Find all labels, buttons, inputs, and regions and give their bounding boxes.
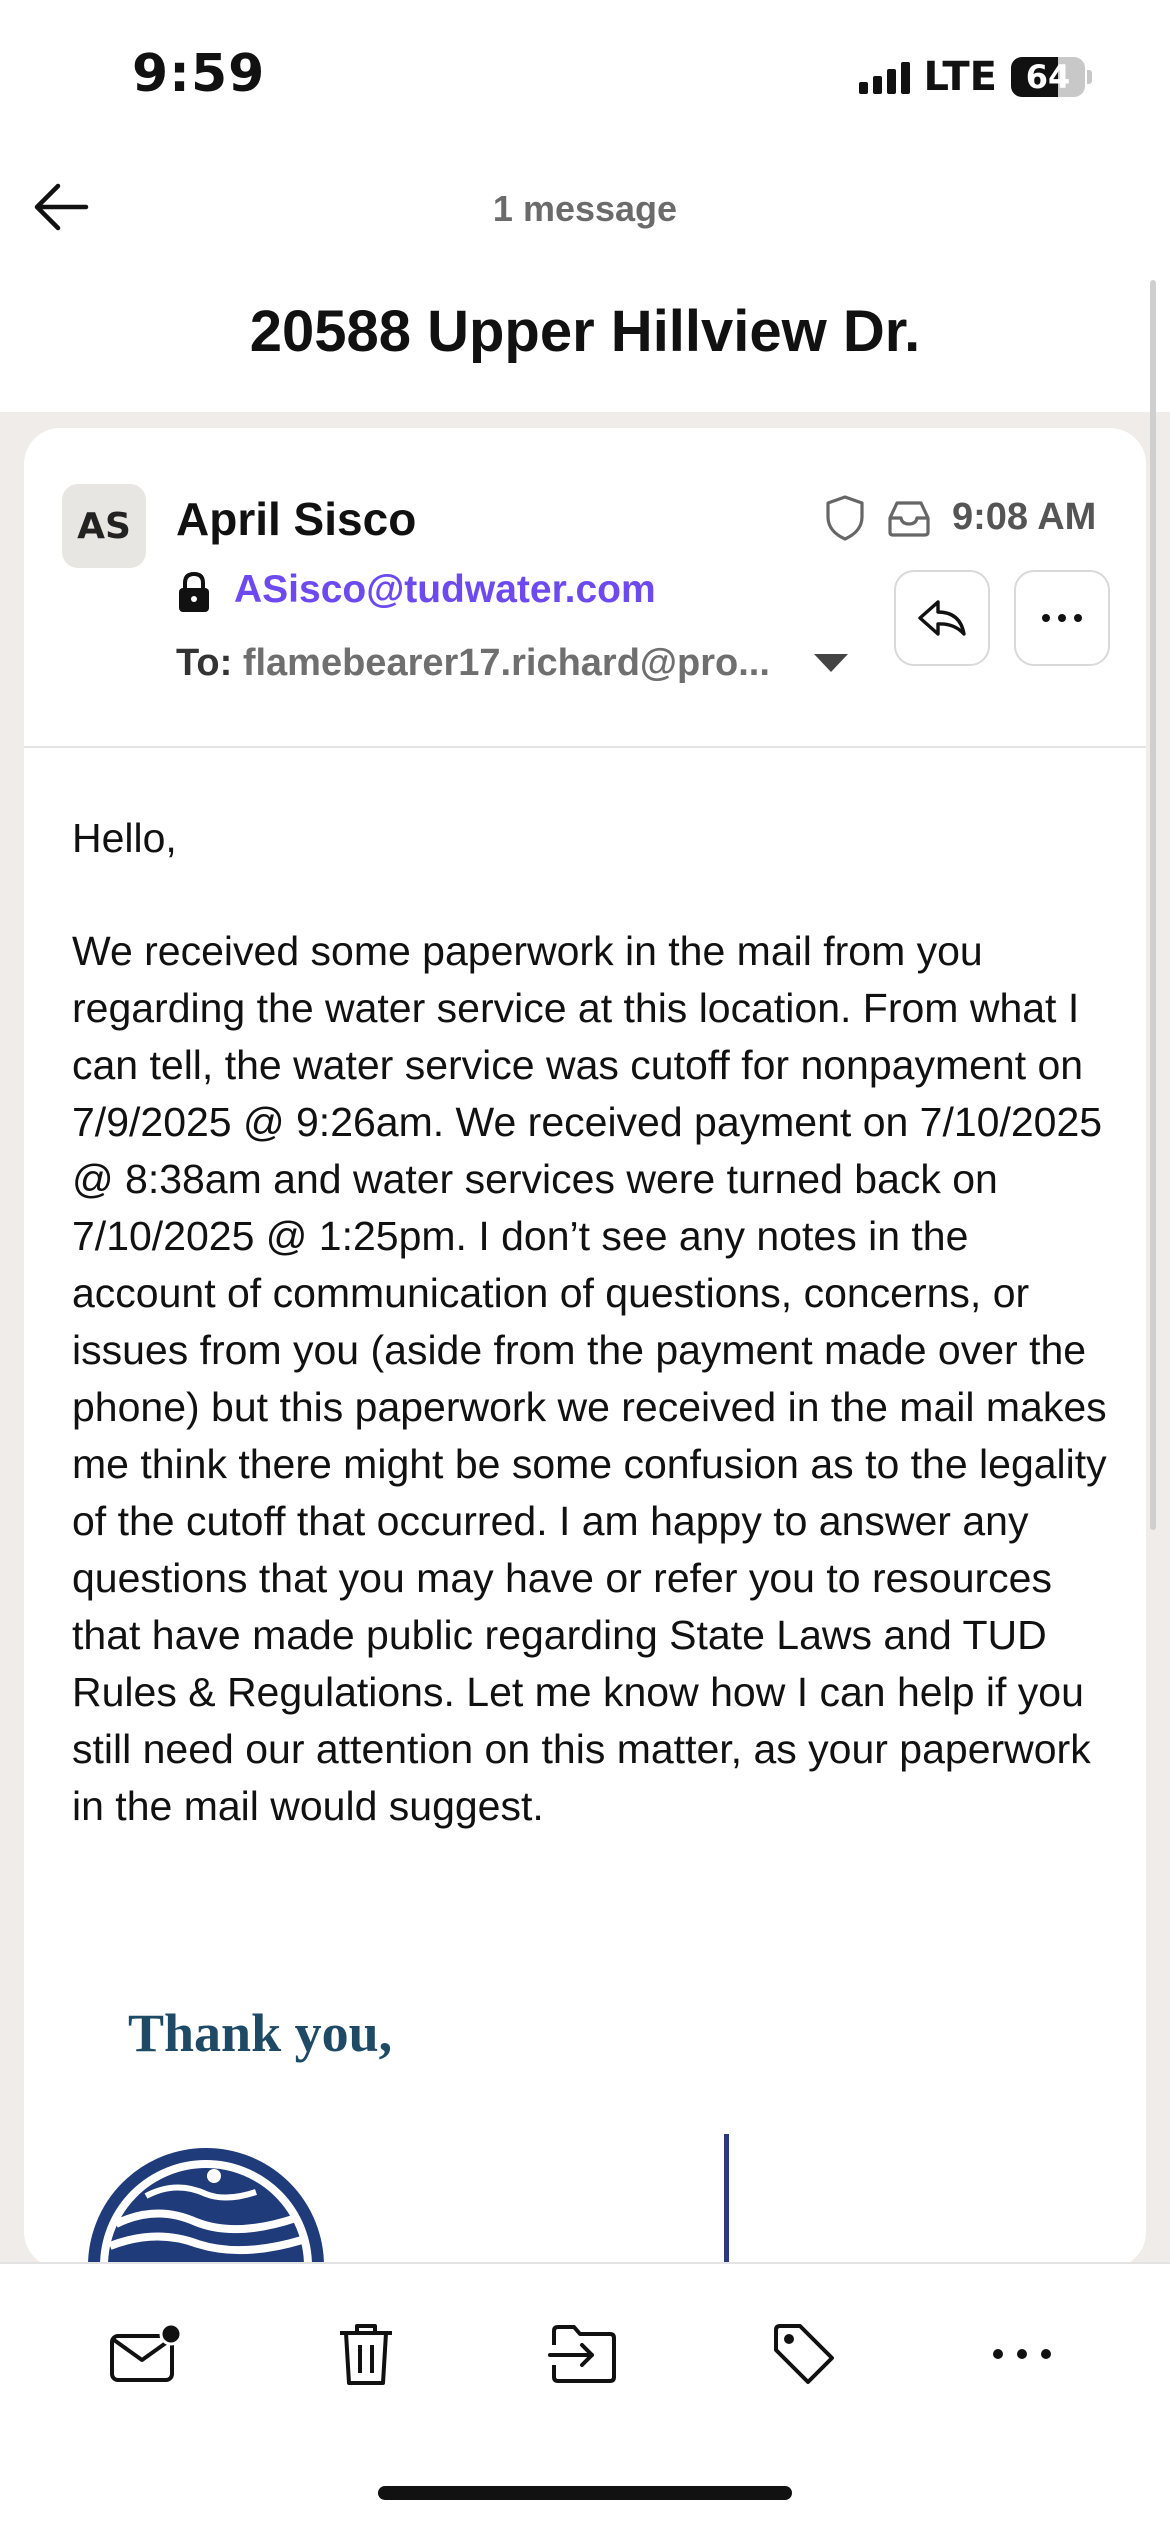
network-type: LTE — [923, 54, 997, 100]
body-paragraph: We received some paperwork in the mail f… — [72, 928, 1107, 1829]
mail-unread-icon — [110, 2322, 183, 2382]
delete-button[interactable] — [326, 2314, 406, 2394]
message-body: Hello, We received some paperwork in the… — [72, 810, 1112, 1891]
header-divider — [24, 746, 1146, 748]
message-card: AS April Sisco 9:08 AM ASisco@tudwater.c… — [24, 428, 1146, 2268]
status-indicators: LTE 64 — [858, 54, 1092, 100]
battery-cap — [1087, 70, 1092, 84]
home-indicator[interactable] — [378, 2486, 792, 2500]
shield-icon[interactable] — [824, 494, 866, 542]
message-count: 1 message — [492, 188, 678, 229]
recipient-address: flamebearer17.richard@pro... — [242, 642, 770, 684]
status-time: 9:59 — [132, 44, 266, 104]
lock-icon — [179, 571, 209, 612]
scrollbar[interactable] — [1150, 280, 1156, 1530]
tag-icon — [774, 2324, 834, 2384]
avatar[interactable]: AS — [62, 484, 146, 568]
greeting: Hello, — [72, 815, 177, 861]
chevron-down-icon[interactable] — [814, 654, 848, 672]
more-horizontal-icon — [1042, 614, 1082, 622]
trash-icon — [340, 2324, 392, 2385]
nav-bar: 1 message — [0, 150, 1170, 260]
signature-thanks: Thank you, — [128, 2003, 393, 2063]
inbox-tray-icon — [888, 501, 930, 537]
to-label: To: — [176, 642, 233, 684]
reply-button[interactable] — [894, 570, 990, 666]
more-horizontal-icon — [993, 2349, 1051, 2359]
mark-unread-button[interactable] — [106, 2314, 186, 2394]
label-button[interactable] — [764, 2314, 844, 2394]
move-to-folder-icon — [548, 2325, 616, 2383]
toolbar-more-button[interactable] — [982, 2314, 1062, 2394]
signature-divider — [724, 2134, 729, 2268]
cellular-signal-icon — [858, 60, 910, 94]
status-bar: 9:59 LTE 64 — [0, 0, 1170, 150]
sender-email[interactable]: ASisco@tudwater.com — [234, 568, 656, 612]
message-time: 9:08 AM — [952, 496, 1097, 538]
email-subject: 20588 Upper Hillview Dr. — [249, 299, 921, 364]
battery-level: 64 — [1025, 58, 1071, 96]
move-button[interactable] — [544, 2314, 624, 2394]
company-logo — [88, 2148, 324, 2266]
reply-icon — [918, 600, 966, 636]
message-more-button[interactable] — [1014, 570, 1110, 666]
sender-name[interactable]: April Sisco — [176, 492, 416, 546]
recipient-line: To: flamebearer17.richard@pro... — [176, 642, 770, 685]
battery-icon: 64 — [1011, 57, 1085, 97]
